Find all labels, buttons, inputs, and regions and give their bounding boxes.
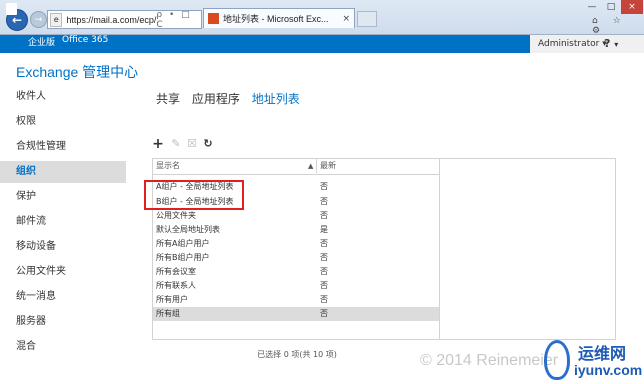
cell-display-name: 默认全局地址列表 (156, 225, 220, 234)
cell-display-name: 所有用户 (156, 295, 188, 304)
help-menu[interactable]: ? ▾ (604, 37, 618, 50)
cell-display-name: 所有A组户用户 (156, 239, 210, 248)
nav-item-hybrid[interactable]: 混合 (0, 336, 126, 358)
page-icon: e (50, 12, 63, 27)
column-header-latest[interactable]: 最新 (320, 159, 336, 173)
address-bar[interactable]: e https://mail.a.com/ecp/ ρ • □ C (47, 10, 202, 30)
new-tab-button[interactable] (357, 11, 377, 27)
office-logo-icon (6, 3, 17, 15)
add-icon[interactable]: + (152, 137, 164, 151)
browser-tools-icons[interactable]: ⌂ ☆ ⚙ (592, 16, 640, 36)
details-pane (440, 158, 616, 340)
subtabs: 共享 应用程序 地址列表 (156, 90, 308, 107)
site-logo-icon (544, 340, 570, 380)
header-divider (153, 174, 439, 175)
tab-title: 地址列表 - Microsoft Exc... (223, 14, 329, 24)
tab-address-lists[interactable]: 地址列表 (252, 92, 300, 106)
cell-latest: 否 (320, 309, 328, 318)
chevron-down-icon: ▾ (614, 40, 619, 49)
address-tools[interactable]: ρ • □ C (156, 10, 198, 30)
table-row[interactable]: 所有联系人 否 (153, 279, 439, 293)
table-row[interactable]: 默认全局地址列表 是 (153, 223, 439, 237)
user-name: Administrator (538, 39, 600, 49)
cell-latest: 否 (320, 295, 328, 304)
selection-status: 已选择 0 项(共 10 项) (257, 350, 337, 359)
column-header-display-name[interactable]: 显示名 (156, 159, 180, 173)
nav-item-protection[interactable]: 保护 (0, 186, 126, 208)
cell-latest: 否 (320, 267, 328, 276)
url-text[interactable]: https://mail.a.com/ecp/ (66, 15, 156, 25)
user-menu[interactable]: Administrator ▾ (538, 39, 607, 49)
nav-item-recipients[interactable]: 收件人 (0, 86, 126, 108)
sort-ascending-icon[interactable]: ▲ (308, 159, 313, 173)
nav-item-servers[interactable]: 服务器 (0, 311, 126, 333)
cell-latest: 否 (320, 253, 328, 262)
cell-latest: 否 (320, 281, 328, 290)
page-title: Exchange 管理中心 (16, 64, 139, 80)
refresh-icon[interactable]: ↻ (202, 138, 214, 150)
site-name-cn: 运维网 (578, 344, 627, 363)
nav-item-public-folders[interactable]: 公用文件夹 (0, 261, 126, 283)
nav-item-unified-messaging[interactable]: 统一消息 (0, 286, 126, 308)
cell-latest: 否 (320, 182, 328, 191)
annotation-highlight-box (144, 180, 244, 210)
tab-close-icon[interactable]: × (342, 14, 350, 24)
edit-icon[interactable]: ✎ (170, 138, 182, 150)
cell-latest: 否 (320, 211, 328, 220)
table-row[interactable]: 所有B组户用户 否 (153, 251, 439, 265)
cell-display-name: 所有组 (156, 309, 180, 318)
table-row[interactable]: 所有组 否 (153, 307, 439, 321)
site-name-en: iyunv.com (574, 362, 643, 378)
help-icon: ? (604, 37, 611, 50)
cell-display-name: 所有B组户用户 (156, 253, 210, 262)
cell-latest: 否 (320, 197, 328, 206)
copyright-watermark: © 2014 Reinemeier (420, 352, 559, 369)
cell-latest: 是 (320, 225, 328, 234)
office-favicon-icon (208, 13, 219, 24)
nav-item-permissions[interactable]: 权限 (0, 111, 126, 133)
cell-latest: 否 (320, 239, 328, 248)
cell-display-name: 公用文件夹 (156, 211, 196, 220)
cell-display-name: 所有会议室 (156, 267, 196, 276)
close-window-button[interactable]: × (621, 0, 643, 14)
office365-link[interactable]: Office 365 (62, 35, 108, 53)
forward-button[interactable]: → (30, 11, 47, 28)
minimize-button[interactable]: — (583, 0, 601, 14)
delete-icon[interactable]: ☒ (186, 138, 198, 150)
tab-apps[interactable]: 应用程序 (192, 92, 240, 106)
table-row[interactable]: 所有用户 否 (153, 293, 439, 307)
maximize-button[interactable]: □ (602, 0, 620, 14)
forward-arrow-icon: → (34, 14, 43, 25)
nav-item-mail-flow[interactable]: 邮件流 (0, 211, 126, 233)
edition-label[interactable]: 企业版 (28, 35, 55, 53)
browser-tab[interactable]: 地址列表 - Microsoft Exc... × (203, 8, 355, 28)
tab-sharing[interactable]: 共享 (156, 92, 180, 106)
table-row[interactable]: 公用文件夹 否 (153, 209, 439, 223)
table-row[interactable]: 所有会议室 否 (153, 265, 439, 279)
nav-item-organization[interactable]: 组织 (0, 161, 126, 183)
back-arrow-icon: ← (11, 13, 23, 27)
nav-item-mobile[interactable]: 移动设备 (0, 236, 126, 258)
nav-item-compliance[interactable]: 合规性管理 (0, 136, 126, 158)
cell-display-name: 所有联系人 (156, 281, 196, 290)
table-row[interactable]: 所有A组户用户 否 (153, 237, 439, 251)
